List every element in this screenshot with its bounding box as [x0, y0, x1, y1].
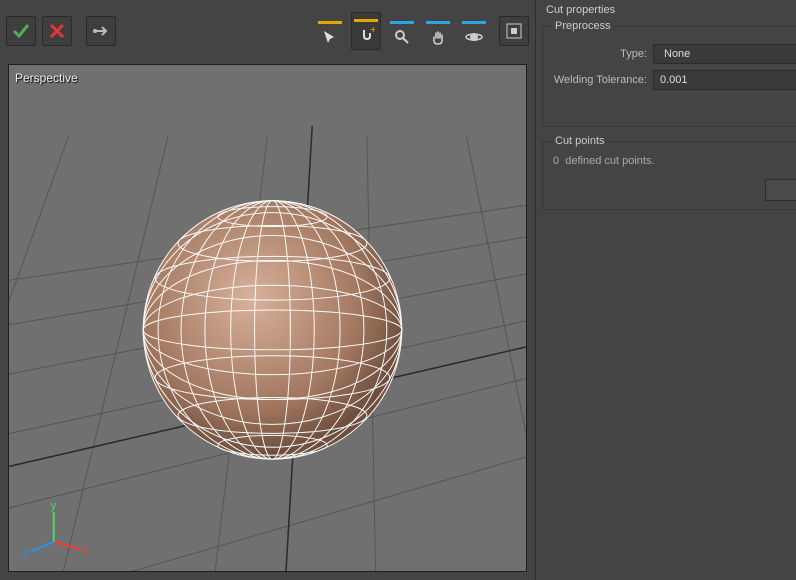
orbit-tool-button[interactable] [459, 12, 489, 50]
svg-text:z: z [23, 548, 28, 560]
panel-title: Cut properties [542, 4, 796, 20]
preprocess-group: Preprocess Type: None Welding Tolerance:… [542, 20, 796, 127]
cancel-button[interactable] [42, 16, 72, 46]
orbit-icon [465, 29, 483, 45]
confirm-button[interactable] [6, 16, 36, 46]
select-tool-button[interactable] [315, 12, 345, 50]
properties-panel: Cut properties Preprocess Type: None Wel… [536, 0, 796, 580]
touch-icon: + [357, 27, 375, 45]
pointer-icon [322, 29, 338, 45]
frame-selection-button[interactable] [499, 16, 529, 46]
weld-tolerance-input[interactable] [653, 70, 796, 90]
pan-tool-button[interactable] [423, 12, 453, 50]
cutpoints-group: Cut points 0 defined cut points. Cut! [542, 135, 796, 210]
weld-tolerance-label: Welding Tolerance: [551, 74, 647, 86]
reset-view-button[interactable] [86, 16, 116, 46]
svg-text:+: + [370, 27, 375, 36]
touch-tool-button[interactable]: + [351, 12, 381, 50]
cutpoints-legend: Cut points [551, 135, 609, 147]
preprocess-legend: Preprocess [551, 20, 615, 32]
viewport-3d[interactable]: Perspective [8, 64, 527, 572]
axis-gizmo: x y z [9, 65, 526, 571]
magnifier-icon [394, 29, 410, 45]
svg-text:y: y [51, 500, 57, 512]
zoom-tool-button[interactable] [387, 12, 417, 50]
hand-icon [430, 29, 446, 45]
svg-text:x: x [83, 545, 89, 557]
cutpoints-status: 0 defined cut points. [551, 153, 796, 173]
type-label: Type: [551, 48, 647, 60]
cut-button[interactable]: Cut! [765, 179, 796, 201]
frame-icon [506, 23, 522, 39]
type-select[interactable]: None [653, 44, 796, 64]
toolbar: + [0, 0, 535, 56]
